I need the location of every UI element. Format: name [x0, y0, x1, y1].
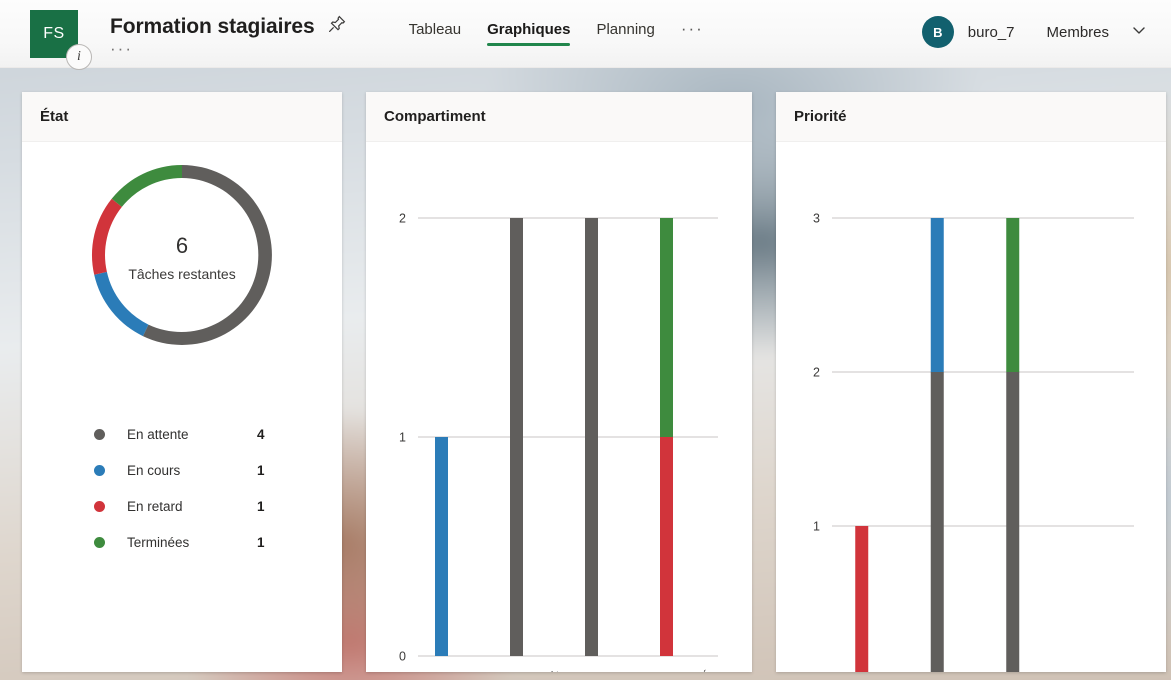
- card-priorite-header: Priorité: [776, 92, 1166, 142]
- donut-legend: En attente 4 En cours 1 En retard 1 Term…: [94, 416, 342, 560]
- bar-segment[interactable]: [510, 218, 523, 656]
- legend-dot-red-icon: [94, 500, 105, 512]
- card-priorite-body: 0123UrgentImportantMoyenMinimum: [776, 142, 1166, 672]
- avatar-initial: B: [933, 24, 943, 40]
- app-header: FS i Formation stagiaires ··· Tableau Gr…: [0, 0, 1171, 70]
- legend-label: En retard: [127, 498, 183, 514]
- avatar[interactable]: B: [921, 16, 954, 48]
- bar-segment[interactable]: [855, 526, 869, 672]
- priorite-bar-chart: 0123UrgentImportantMoyenMinimum: [813, 212, 1134, 672]
- plan-avatar-initials: FS: [43, 25, 65, 42]
- y-axis-tick-label: 3: [813, 212, 820, 226]
- tab-graphiques[interactable]: Graphiques: [487, 21, 571, 46]
- card-etat-title: État: [40, 108, 69, 125]
- bar-segment[interactable]: [930, 372, 944, 672]
- legend-value: 1: [257, 498, 265, 514]
- bar-segment[interactable]: [1006, 372, 1020, 672]
- header-right-group: B buro_7 Membres: [921, 16, 1147, 48]
- y-axis-tick-label: 1: [813, 520, 820, 534]
- legend-value: 4: [257, 426, 265, 442]
- members-button[interactable]: Membres: [1046, 24, 1109, 41]
- legend-dot-blue-icon: [94, 464, 105, 476]
- x-axis-tick-label: À venir: [518, 666, 562, 672]
- bar-segment[interactable]: [585, 218, 598, 656]
- donut-chart: 6 Tâches restantes: [22, 150, 342, 360]
- user-name-label: buro_7: [967, 23, 1015, 41]
- info-badge-icon[interactable]: i: [66, 44, 92, 70]
- tabs-more-button[interactable]: ···: [681, 19, 704, 47]
- bar-segment[interactable]: [435, 437, 448, 656]
- donut-segment-en-attente[interactable]: [142, 165, 272, 345]
- legend-value: 1: [257, 462, 265, 478]
- charts-container: État 6 Tâches restantes En attente 4 En …: [22, 92, 1166, 672]
- y-axis-tick-label: 2: [399, 212, 406, 226]
- card-priorite-title: Priorité: [794, 108, 847, 125]
- bar-segment[interactable]: [660, 218, 673, 437]
- y-axis-tick-label: 2: [813, 366, 820, 380]
- legend-item-en-attente[interactable]: En attente 4: [94, 416, 342, 452]
- info-badge-letter: i: [77, 49, 81, 64]
- nav-tabs: Tableau Graphiques Planning ···: [409, 19, 704, 47]
- page-title: Formation stagiaires: [110, 14, 315, 38]
- legend-value: 1: [257, 534, 265, 550]
- donut-segment-en-retard[interactable]: [91, 198, 122, 275]
- x-axis-tick-label: Au programme: [551, 667, 637, 672]
- bar-segment[interactable]: [930, 218, 944, 372]
- tab-tableau[interactable]: Tableau: [409, 21, 462, 46]
- x-axis-tick-label: En cours: [433, 667, 487, 672]
- donut-center-value: 6: [176, 233, 188, 258]
- card-etat-body: 6 Tâches restantes En attente 4 En cours: [22, 150, 342, 680]
- legend-label: Terminées: [127, 534, 190, 550]
- donut-chart-svg: 6 Tâches restantes: [91, 165, 272, 345]
- card-etat: État 6 Tâches restantes En attente 4 En …: [22, 92, 342, 672]
- title-row: Formation stagiaires: [110, 14, 347, 39]
- card-etat-header: État: [22, 92, 342, 142]
- card-compartiment-title: Compartiment: [384, 108, 486, 125]
- bar-segment[interactable]: [660, 437, 673, 656]
- legend-item-terminees[interactable]: Terminées 1: [94, 524, 342, 560]
- card-compartiment: Compartiment 0 1 2 En cours À venirAu progra…: [366, 92, 752, 672]
- donut-segment-terminees[interactable]: [111, 165, 182, 207]
- legend-label: En cours: [127, 462, 181, 478]
- compartiment-bar-chart: 0 1 2 En cours À venirAu programme Terminé: [399, 212, 718, 672]
- legend-dot-green-icon: [94, 536, 105, 548]
- pin-icon[interactable]: [327, 14, 347, 39]
- plan-more-options-button[interactable]: ···: [110, 40, 347, 57]
- bar-segment[interactable]: [1006, 218, 1020, 372]
- legend-label: En attente: [127, 426, 189, 442]
- card-compartiment-header: Compartiment: [366, 92, 752, 142]
- y-axis-tick-label: 0: [399, 650, 406, 664]
- chevron-down-icon[interactable]: [1131, 22, 1147, 43]
- card-compartiment-body: 0 1 2 En cours À venirAu programme Terminé: [366, 142, 752, 672]
- legend-dot-grey-icon: [94, 428, 105, 440]
- card-priorite: Priorité 0123UrgentImportantMoyenMinimum: [776, 92, 1166, 672]
- legend-item-en-cours[interactable]: En cours 1: [94, 452, 342, 488]
- y-axis-tick-label: 1: [399, 431, 406, 445]
- x-axis-tick-label: Terminé: [663, 667, 712, 672]
- tab-planning[interactable]: Planning: [596, 21, 654, 46]
- plan-avatar-wrapper: FS i: [30, 10, 92, 70]
- title-block: Formation stagiaires ···: [110, 14, 347, 57]
- donut-center-label: Tâches restantes: [128, 266, 235, 282]
- planner-app: FS i Formation stagiaires ··· Tableau Gr…: [0, 0, 1171, 680]
- legend-item-en-retard[interactable]: En retard 1: [94, 488, 342, 524]
